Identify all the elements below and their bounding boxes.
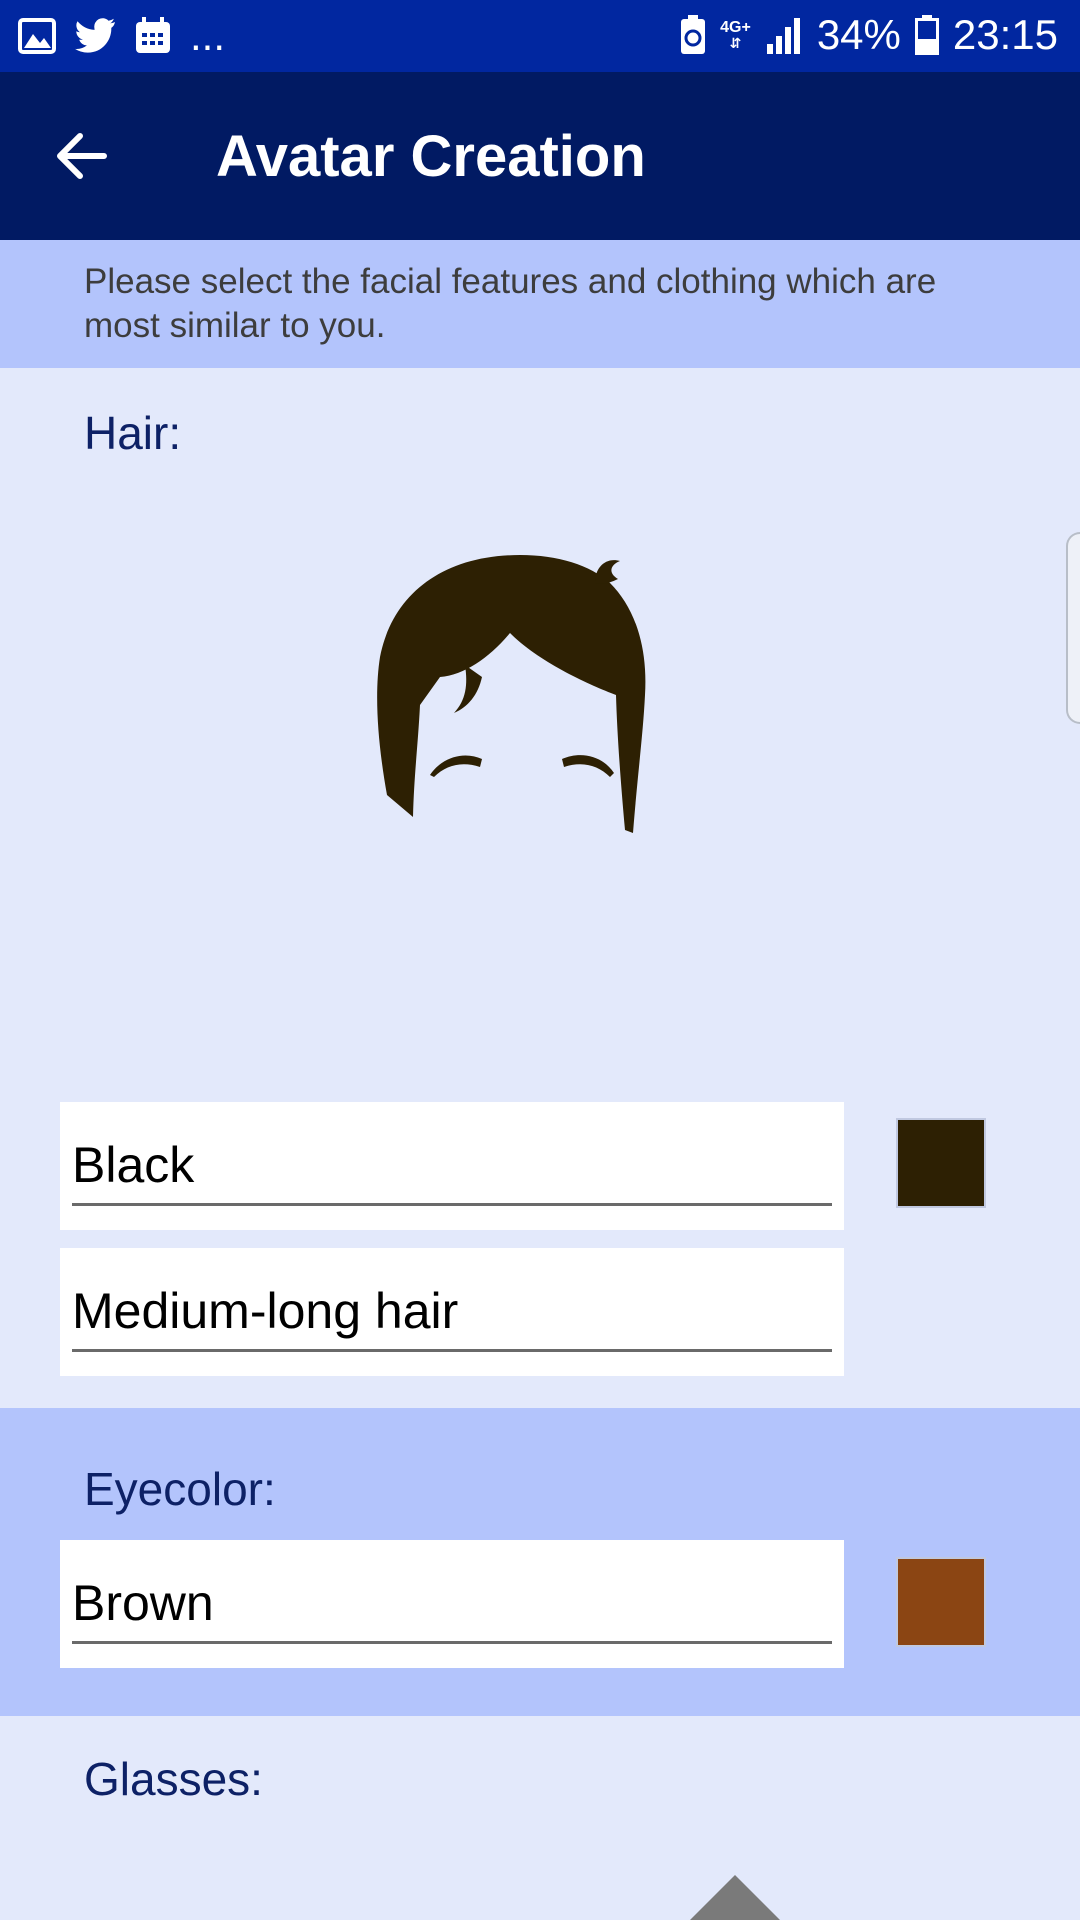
- eyecolor-value: Brown: [72, 1575, 214, 1631]
- hair-style-value: Medium-long hair: [72, 1283, 459, 1339]
- hair-color-swatch[interactable]: [896, 1118, 986, 1208]
- eyecolor-field[interactable]: Brown: [60, 1540, 844, 1668]
- field-underline: [72, 1641, 832, 1644]
- calendar-icon: [136, 17, 170, 53]
- field-underline: [72, 1349, 832, 1352]
- hair-medium-long-icon: [377, 555, 646, 833]
- status-bar: ... 4G+ ⇵ 34% 23:15: [0, 0, 1080, 72]
- hair-color-value: Black: [72, 1137, 195, 1193]
- eyecolor-label: Eyecolor:: [84, 1463, 276, 1515]
- gallery-icon: [18, 18, 56, 54]
- twitter-icon: [75, 18, 115, 53]
- page-title: Avatar Creation: [216, 124, 646, 189]
- battery-percent: 34%: [816, 11, 901, 58]
- status-bar-system: 4G+ ⇵ 34% 23:15: [680, 10, 1058, 60]
- network-type: 4G+ ⇵: [720, 19, 751, 51]
- glasses-label: Glasses:: [84, 1753, 263, 1805]
- hair-style-field[interactable]: Medium-long hair: [60, 1248, 844, 1376]
- hair-color-field[interactable]: Black: [60, 1102, 844, 1230]
- eyecolor-swatch[interactable]: [896, 1557, 986, 1647]
- field-underline: [72, 1203, 832, 1206]
- status-bar-notifications: ...: [18, 12, 226, 59]
- glasses-image-icon: [690, 1875, 780, 1920]
- data-arrows-icon: ⇵: [729, 35, 742, 51]
- app-bar: Avatar Creation: [0, 72, 1080, 240]
- overflow-indicator: ...: [190, 12, 226, 59]
- clock: 23:15: [952, 11, 1058, 58]
- instructions-banner: Please select the facial features and cl…: [0, 240, 1080, 368]
- back-button[interactable]: [46, 120, 118, 192]
- arrow-back-icon: [57, 133, 107, 179]
- battery-icon: [914, 15, 939, 55]
- side-scroll-handle[interactable]: [1066, 532, 1080, 724]
- instructions-text: Please select the facial features and cl…: [84, 262, 937, 345]
- battery-saver-icon: [681, 15, 706, 54]
- hair-label: Hair:: [84, 407, 182, 459]
- signal-icon: [766, 18, 800, 54]
